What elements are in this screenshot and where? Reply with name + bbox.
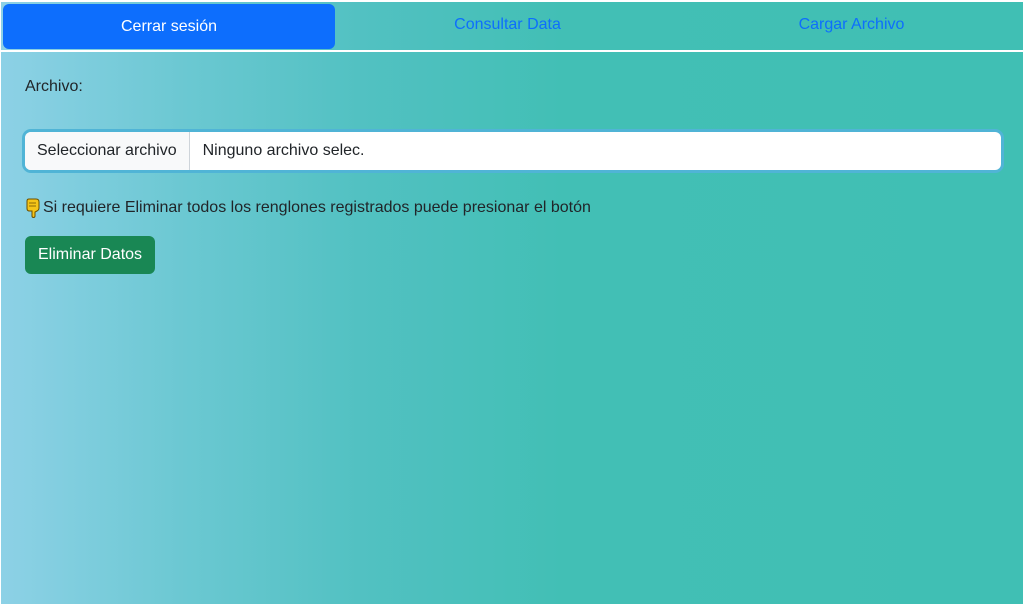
nav-logout[interactable]: Cerrar sesión bbox=[3, 4, 335, 49]
file-input[interactable]: Seleccionar archivo Ninguno archivo sele… bbox=[25, 132, 1001, 170]
delete-data-button[interactable]: Eliminar Datos bbox=[25, 236, 156, 274]
top-nav: Cerrar sesión Consultar Data Cargar Arch… bbox=[1, 2, 1023, 52]
page-frame: Cerrar sesión Consultar Data Cargar Arch… bbox=[1, 2, 1023, 604]
nav-consult-data-label: Consultar Data bbox=[454, 16, 561, 33]
file-label: Archivo: bbox=[25, 78, 83, 95]
delete-hint-text: Si requiere Eliminar todos los renglones… bbox=[43, 199, 591, 216]
nav-upload-file-label: Cargar Archivo bbox=[798, 16, 905, 33]
select-file-button[interactable]: Seleccionar archivo bbox=[25, 132, 190, 170]
pointing-down-hand-icon bbox=[25, 198, 42, 219]
delete-hint: Si requiere Eliminar todos los renglones… bbox=[25, 198, 591, 219]
file-name-display: Ninguno archivo selec. bbox=[202, 142, 365, 159]
main-content: Archivo: Seleccionar archivo Ninguno arc… bbox=[25, 78, 1001, 274]
nav-upload-file[interactable]: Cargar Archivo bbox=[680, 2, 1023, 50]
nav-logout-label: Cerrar sesión bbox=[120, 18, 218, 35]
nav-consult-data[interactable]: Consultar Data bbox=[335, 2, 680, 50]
